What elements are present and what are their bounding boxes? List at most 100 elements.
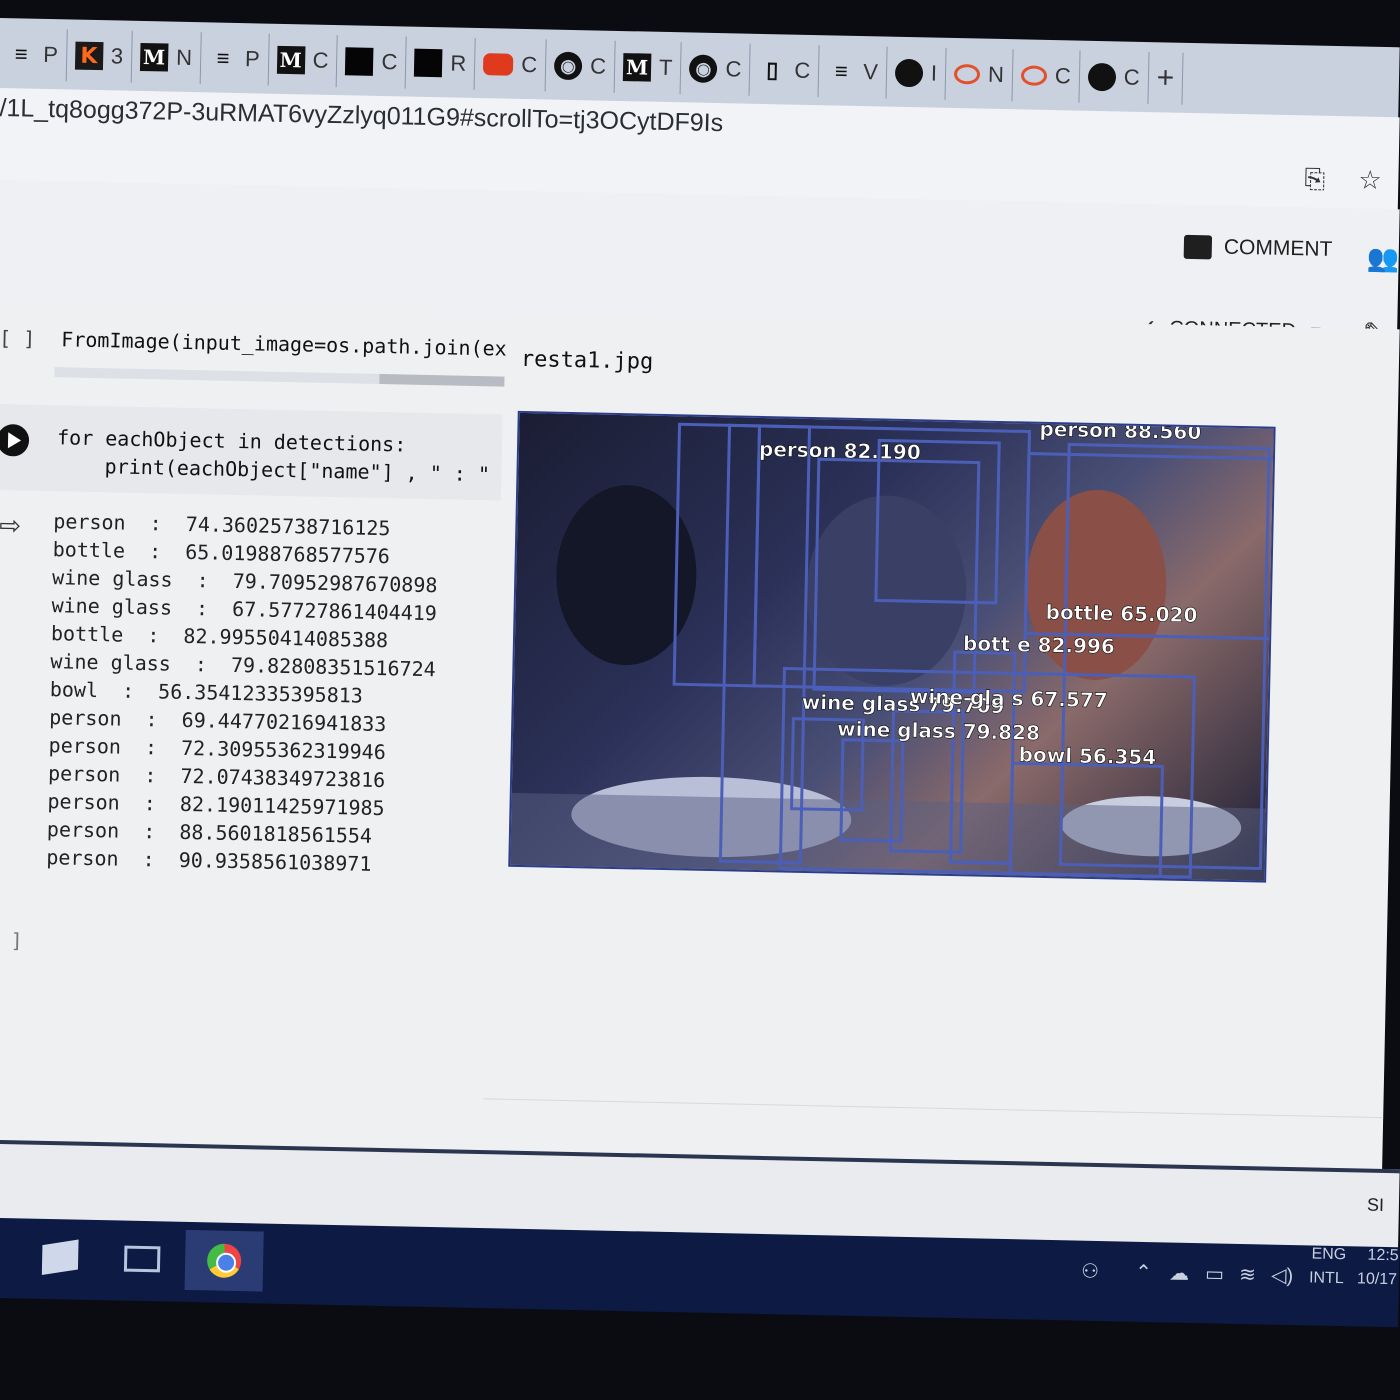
scrollbar-thumb[interactable] bbox=[379, 373, 505, 387]
tab-label: P bbox=[42, 41, 59, 68]
detection-label: person 82.190 bbox=[759, 437, 921, 464]
browser-tab[interactable]: ◉ C bbox=[680, 42, 751, 96]
cell-output: person : 74.36025738716125 bottle : 65.01… bbox=[46, 507, 439, 879]
stackoverflow-icon: ≡ bbox=[14, 41, 28, 67]
clock-date[interactable]: 10/17 bbox=[1357, 1270, 1397, 1289]
detection-label: bottle 65.020 bbox=[1045, 600, 1197, 627]
browser-tab[interactable]: MC bbox=[268, 33, 339, 88]
divider bbox=[483, 1098, 1384, 1119]
colab-icon bbox=[1020, 65, 1048, 86]
detection-label: bott e 82.996 bbox=[963, 631, 1115, 658]
empty-cell-bracket[interactable]: [ ] bbox=[0, 928, 23, 953]
medium-icon: M bbox=[622, 53, 652, 82]
browser-tab[interactable]: ▯ C bbox=[749, 43, 820, 98]
cell-run-bracket[interactable]: [ ] bbox=[0, 326, 36, 351]
browser-tab[interactable]: C bbox=[1012, 49, 1081, 103]
browser-tab[interactable]: I bbox=[886, 46, 947, 100]
youtube-icon bbox=[483, 53, 514, 76]
browser-tab[interactable]: C bbox=[474, 37, 547, 92]
tab-label: I bbox=[930, 60, 938, 86]
code-cell-1[interactable]: [ ] FromImage(input_image=os.path.join(ex bbox=[0, 326, 507, 361]
tab-label: C bbox=[521, 51, 538, 78]
tab-label: 3 bbox=[110, 43, 124, 69]
cloud-icon[interactable]: ☁ bbox=[1169, 1260, 1190, 1285]
new-tab-button[interactable]: + bbox=[1148, 52, 1184, 105]
comment-button[interactable]: COMMENT bbox=[1183, 234, 1333, 262]
stackoverflow-icon: ≡ bbox=[834, 58, 848, 84]
url-text[interactable]: /1L_tq8ogg372P-3uRMAT6vyZzlyq011G9#scrol… bbox=[0, 94, 723, 138]
colab-icon bbox=[953, 63, 981, 85]
k-icon: K bbox=[74, 41, 104, 71]
browser-tab[interactable]: R bbox=[405, 36, 476, 90]
translate-icon[interactable]: ⎘ bbox=[1304, 163, 1325, 195]
browser-tab[interactable]: K3 bbox=[66, 29, 133, 83]
window-icon bbox=[41, 1239, 79, 1276]
tab-label: C bbox=[1054, 63, 1072, 89]
people-icon[interactable]: ⚇ bbox=[1081, 1259, 1099, 1284]
cell-code[interactable]: FromImage(input_image=os.path.join(ex bbox=[61, 327, 507, 360]
tab-label: R bbox=[450, 50, 467, 76]
screen: ≡ P K 3 M N ≡ P M C C R C ◉ C M T ◉ C ▯ C ≡ V I N C C + /1L_tq8ogg3… bbox=[0, 0, 1400, 1400]
cell-code[interactable]: for eachObject in detections: print(each… bbox=[56, 423, 491, 488]
browser-tab[interactable]: MT bbox=[614, 40, 683, 95]
circle-icon bbox=[1087, 62, 1117, 92]
code-cell-2[interactable]: for eachObject in detections: print(each… bbox=[0, 403, 503, 501]
black-square-icon bbox=[345, 47, 374, 76]
browser-tab[interactable]: C bbox=[337, 35, 407, 89]
taskbar-app-chrome[interactable] bbox=[184, 1229, 264, 1292]
tab-label: T bbox=[658, 54, 673, 81]
plus-icon: + bbox=[1156, 61, 1175, 95]
volume-icon[interactable]: ◁) bbox=[1271, 1263, 1294, 1288]
tab-label: C bbox=[725, 56, 742, 82]
battery-icon[interactable]: ▭ bbox=[1205, 1261, 1224, 1286]
chevron-up-icon[interactable]: ⌃ bbox=[1135, 1260, 1152, 1285]
tab-label: N bbox=[175, 44, 193, 71]
detection-image: person 82.190 person 88.560 bottle 65.02… bbox=[508, 410, 1276, 883]
folder-icon bbox=[123, 1245, 161, 1273]
tab-label: P bbox=[244, 46, 260, 72]
browser-tab[interactable]: ≡ P bbox=[200, 32, 270, 86]
tab-label: V bbox=[863, 59, 879, 85]
share-people-icon[interactable]: 👥 bbox=[1366, 243, 1399, 275]
detection-label: person 88.560 bbox=[1039, 417, 1201, 444]
taskbar-app-explorer[interactable] bbox=[103, 1228, 182, 1290]
side-button[interactable]: SI bbox=[1367, 1195, 1384, 1216]
browser-tab[interactable]: N bbox=[945, 47, 1014, 102]
bookmark-star-icon[interactable]: ☆ bbox=[1358, 164, 1382, 195]
detection-label: wine glass 79.828 bbox=[837, 717, 1040, 745]
browser-tab[interactable]: ≡ V bbox=[818, 45, 888, 99]
run-cell-button[interactable] bbox=[0, 423, 30, 457]
browser-tab[interactable]: ◉ C bbox=[545, 39, 616, 93]
medium-icon: M bbox=[139, 42, 169, 72]
shield-icon bbox=[894, 58, 924, 88]
m-script-icon: M bbox=[276, 45, 305, 75]
notebook-body: [ ] FromImage(input_image=os.path.join(ex… bbox=[0, 300, 1400, 1180]
detection-label: wine gla s 67.577 bbox=[910, 684, 1108, 712]
comment-label: COMMENT bbox=[1223, 235, 1333, 261]
tab-label: C bbox=[794, 57, 811, 83]
stackoverflow-icon: ≡ bbox=[216, 45, 230, 71]
browser-tab[interactable]: C bbox=[1079, 50, 1150, 105]
taskbar-app-windows[interactable] bbox=[21, 1226, 100, 1288]
browser-tab[interactable]: ≡ P bbox=[0, 27, 68, 82]
tab-label: C bbox=[312, 47, 329, 73]
language-label[interactable]: ENG bbox=[1311, 1245, 1346, 1264]
detection-label: bowl 56.354 bbox=[1018, 742, 1156, 769]
wifi-icon[interactable]: ≋ bbox=[1239, 1262, 1256, 1287]
horizontal-scrollbar[interactable] bbox=[54, 367, 505, 387]
output-icon: ⇨ bbox=[0, 510, 22, 541]
github-icon: ◉ bbox=[689, 54, 718, 84]
github-icon: ◉ bbox=[553, 51, 583, 81]
tab-label: N bbox=[987, 61, 1005, 88]
chrome-icon bbox=[206, 1243, 242, 1279]
image-title: resta1.jpg bbox=[520, 346, 654, 375]
tab-label: C bbox=[381, 49, 398, 75]
tab-label: C bbox=[1123, 64, 1140, 90]
clock-time[interactable]: 12:5 bbox=[1367, 1247, 1398, 1266]
keyboard-layout-label[interactable]: INTL bbox=[1309, 1269, 1344, 1288]
black-square-icon bbox=[414, 48, 443, 78]
tab-label: C bbox=[589, 53, 607, 79]
browser-tab[interactable]: MN bbox=[131, 30, 202, 85]
document-icon: ▯ bbox=[766, 57, 779, 83]
comment-icon bbox=[1183, 234, 1213, 260]
